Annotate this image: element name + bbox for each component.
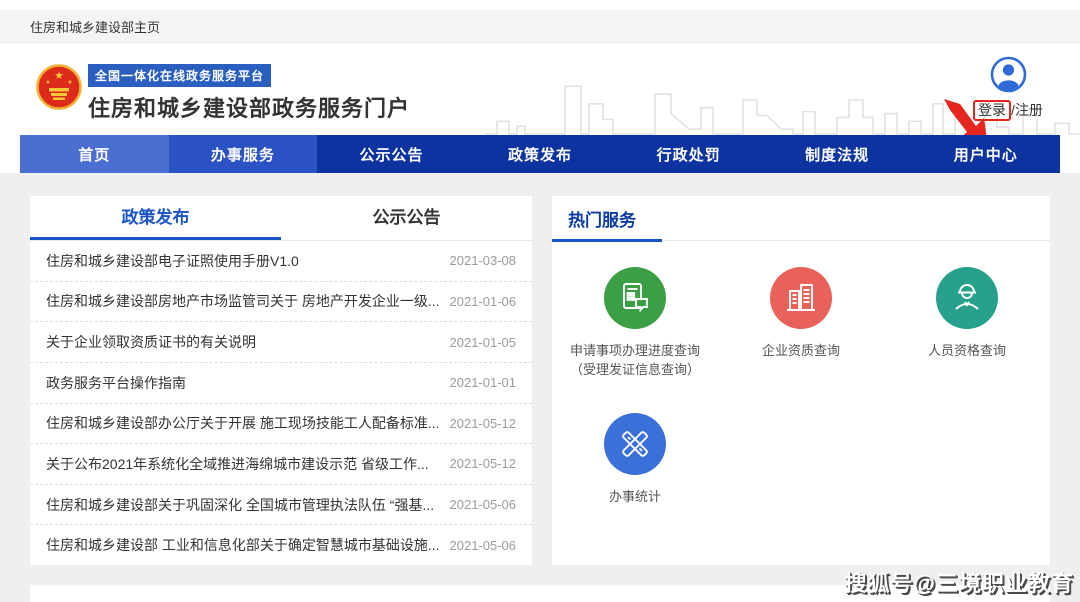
list-item[interactable]: 住房和城乡建设部办公厅关于开展 施工现场技能工人配备标准... 2021-05-… bbox=[30, 404, 532, 445]
nav-item-services[interactable]: 办事服务 bbox=[169, 135, 318, 173]
list-item[interactable]: 住房和城乡建设部电子证照使用手册V1.0 2021-03-08 bbox=[30, 241, 532, 282]
top-utility-bar: 住房和城乡建设部主页 bbox=[0, 10, 1080, 43]
nav-item-home[interactable]: 首页 bbox=[20, 135, 169, 173]
news-tabs: 政策发布 公示公告 bbox=[30, 196, 532, 241]
page-title: 住房和城乡建设部政务服务门户 bbox=[88, 91, 410, 123]
list-item[interactable]: 住房和城乡建设部房地产市场监管司关于 房地产开发企业一级... 2021-01-… bbox=[30, 282, 532, 323]
news-list: 住房和城乡建设部电子证照使用手册V1.0 2021-03-08 住房和城乡建设部… bbox=[30, 241, 532, 565]
watermark-text: 搜狐号@三境职业教育 bbox=[845, 566, 1074, 598]
main-navigation: 首页 办事服务 公示公告 政策发布 行政处罚 制度法规 用户中心 bbox=[20, 135, 1060, 173]
hot-services-header: 热门服务 bbox=[552, 196, 1050, 241]
service-personnel-qualification[interactable]: 人员资格查询 bbox=[884, 267, 1050, 379]
services-grid: 申请事项办理进度查询 （受理发证信息查询） 企业资质查询 bbox=[552, 241, 1050, 506]
national-emblem-logo: ★ ★ ★ bbox=[36, 62, 82, 112]
nav-item-user-center[interactable]: 用户中心 bbox=[911, 135, 1060, 173]
service-progress-query[interactable]: 申请事项办理进度查询 （受理发证信息查询） bbox=[552, 267, 718, 379]
calculator-chat-icon bbox=[604, 267, 666, 329]
nav-item-penalties[interactable]: 行政处罚 bbox=[614, 135, 763, 173]
hot-services-panel: 热门服务 申请事项办理进度查询 （受理发证信息查询） bbox=[552, 196, 1050, 565]
service-enterprise-qualification[interactable]: 企业资质查询 bbox=[718, 267, 884, 379]
list-item[interactable]: 住房和城乡建设部 工业和信息化部关于确定智慧城市基础设施... 2021-05-… bbox=[30, 525, 532, 565]
svg-text:★: ★ bbox=[67, 79, 72, 86]
list-item[interactable]: 住房和城乡建设部关于巩固深化 全国城市管理执法队伍 “强基... 2021-05… bbox=[30, 485, 532, 526]
list-item[interactable]: 关于企业领取资质证书的有关说明 2021-01-05 bbox=[30, 322, 532, 363]
nav-item-policy[interactable]: 政策发布 bbox=[466, 135, 615, 173]
tab-policy-release[interactable]: 政策发布 bbox=[30, 196, 281, 240]
nav-item-regulations[interactable]: 制度法规 bbox=[763, 135, 912, 173]
service-statistics[interactable]: 办事统计 bbox=[552, 413, 718, 506]
nav-item-announcements[interactable]: 公示公告 bbox=[317, 135, 466, 173]
site-header: ★ ★ ★ 全国一体化在线政务服务平台 住房和城乡建设部政务服务门户 登录/注册 bbox=[0, 44, 1080, 135]
construction-worker-icon bbox=[936, 267, 998, 329]
user-avatar-icon[interactable] bbox=[990, 56, 1027, 93]
panel-title: 热门服务 bbox=[568, 206, 636, 231]
svg-text:★: ★ bbox=[54, 70, 64, 82]
brand-block: 全国一体化在线政务服务平台 住房和城乡建设部政务服务门户 bbox=[88, 64, 410, 123]
register-link[interactable]: 注册 bbox=[1015, 102, 1043, 118]
list-item[interactable]: 政务服务平台操作指南 2021-01-01 bbox=[30, 363, 532, 404]
platform-badge: 全国一体化在线政务服务平台 bbox=[88, 64, 271, 87]
svg-text:★: ★ bbox=[45, 79, 50, 86]
ministry-home-link[interactable]: 住房和城乡建设部主页 bbox=[30, 17, 160, 36]
news-panel: 政策发布 公示公告 住房和城乡建设部电子证照使用手册V1.0 2021-03-0… bbox=[30, 196, 532, 565]
ruler-pencil-icon bbox=[604, 413, 666, 475]
building-icon bbox=[770, 267, 832, 329]
tab-public-notice[interactable]: 公示公告 bbox=[281, 196, 532, 240]
list-item[interactable]: 关于公布2021年系统化全域推进海绵城市建设示范 省级工作... 2021-05… bbox=[30, 444, 532, 485]
